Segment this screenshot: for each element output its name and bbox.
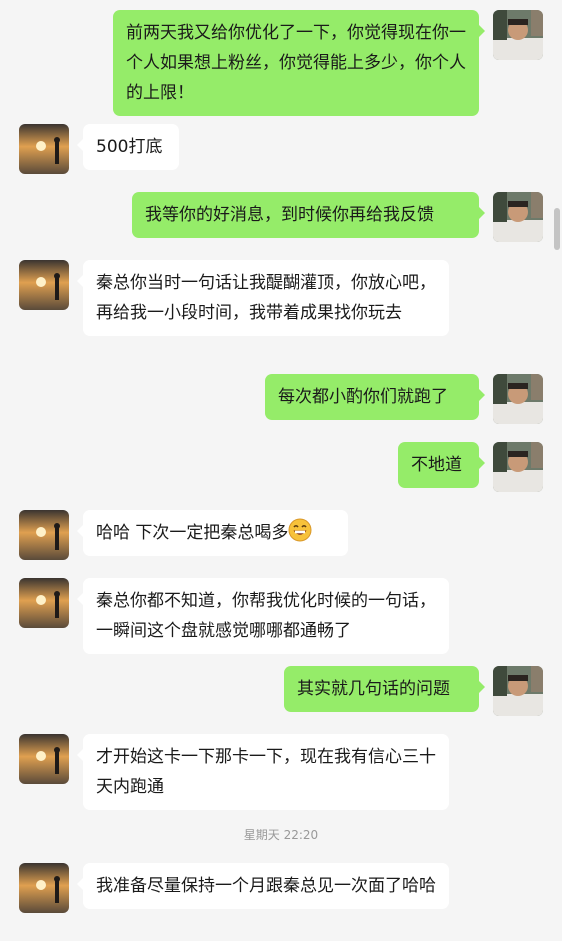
message-bubble[interactable]: 前两天我又给你优化了一下，你觉得现在你一个人如果想上粉丝，你觉得能上多少，你个人… bbox=[113, 10, 485, 116]
chat-area[interactable]: 前两天我又给你优化了一下，你觉得现在你一个人如果想上粉丝，你觉得能上多少，你个人… bbox=[0, 0, 562, 941]
message-bubble[interactable]: 哈哈 下次一定把秦总喝多 bbox=[77, 510, 348, 556]
self-avatar[interactable] bbox=[493, 374, 543, 424]
contact-avatar[interactable] bbox=[19, 734, 69, 784]
grinning-emoji-icon bbox=[288, 518, 312, 542]
message-bubble[interactable]: 秦总你当时一句话让我醍醐灌顶，你放心吧，再给我一小段时间，我带着成果找你玩去 bbox=[77, 260, 449, 336]
self-avatar[interactable] bbox=[493, 442, 543, 492]
contact-avatar[interactable] bbox=[19, 260, 69, 310]
message-bubble[interactable]: 我准备尽量保持一个月跟秦总见一次面了哈哈 bbox=[77, 863, 449, 909]
self-avatar[interactable] bbox=[493, 192, 543, 242]
message-timestamp: 星期天 22:20 bbox=[243, 828, 319, 842]
message-bubble[interactable]: 不地道 bbox=[398, 442, 485, 488]
message-bubble[interactable]: 其实就几句话的问题 bbox=[284, 666, 485, 712]
message-bubble[interactable]: 才开始这卡一下那卡一下，现在我有信心三十天内跑通 bbox=[77, 734, 449, 810]
contact-avatar[interactable] bbox=[19, 510, 69, 560]
message-bubble[interactable]: 500打底 bbox=[77, 124, 179, 170]
self-avatar[interactable] bbox=[493, 666, 543, 716]
self-avatar[interactable] bbox=[493, 10, 543, 60]
message-text: 哈哈 下次一定把秦总喝多 bbox=[96, 523, 289, 543]
contact-avatar[interactable] bbox=[19, 578, 69, 628]
contact-avatar[interactable] bbox=[19, 124, 69, 174]
message-bubble[interactable]: 秦总你都不知道，你帮我优化时候的一句话，一瞬间这个盘就感觉哪哪都通畅了 bbox=[77, 578, 449, 654]
scrollbar-thumb[interactable] bbox=[554, 208, 560, 250]
message-bubble[interactable]: 每次都小酌你们就跑了 bbox=[265, 374, 485, 420]
message-bubble[interactable]: 我等你的好消息，到时候你再给我反馈 bbox=[132, 192, 485, 238]
contact-avatar[interactable] bbox=[19, 863, 69, 913]
